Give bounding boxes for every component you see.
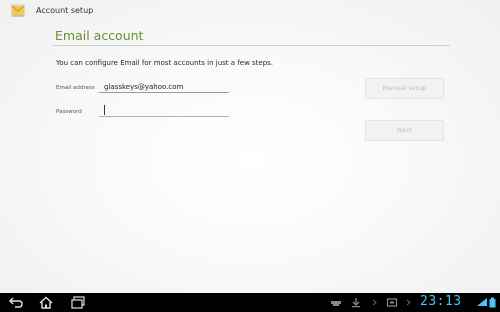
- status-separator-icon: [406, 299, 411, 306]
- title-bar: Account setup: [0, 0, 500, 22]
- manual-setup-button[interactable]: Manual setup: [365, 78, 444, 99]
- setup-instructions: You can configure Email for most account…: [56, 59, 274, 67]
- wifi-icon: [477, 298, 487, 306]
- usb-icon: [331, 301, 341, 306]
- account-setup-screen: Account setup Email account You can conf…: [0, 0, 500, 293]
- status-separator-icon: [372, 299, 377, 306]
- password-label: Password: [56, 109, 82, 115]
- email-envelope-icon: [11, 4, 25, 17]
- battery-icon: [489, 297, 496, 308]
- heading-divider: [52, 45, 450, 46]
- system-navigation-bar: 23:13: [0, 293, 500, 312]
- password-field[interactable]: [99, 105, 229, 117]
- email-address-label: Email address: [56, 85, 95, 91]
- screenshot-icon: [386, 298, 398, 307]
- text-cursor: [104, 105, 105, 115]
- recent-apps-icon[interactable]: [70, 296, 86, 309]
- home-icon[interactable]: [38, 296, 54, 309]
- page-title: Email account: [55, 28, 144, 43]
- email-address-value: glasskeys@yahoo.com: [104, 83, 184, 91]
- back-icon[interactable]: [8, 296, 24, 309]
- email-address-field[interactable]: glasskeys@yahoo.com: [99, 81, 229, 93]
- clock-time: 23:13: [420, 294, 462, 309]
- download-icon: [352, 298, 360, 308]
- window-title: Account setup: [36, 6, 94, 15]
- next-button[interactable]: Next: [365, 120, 444, 141]
